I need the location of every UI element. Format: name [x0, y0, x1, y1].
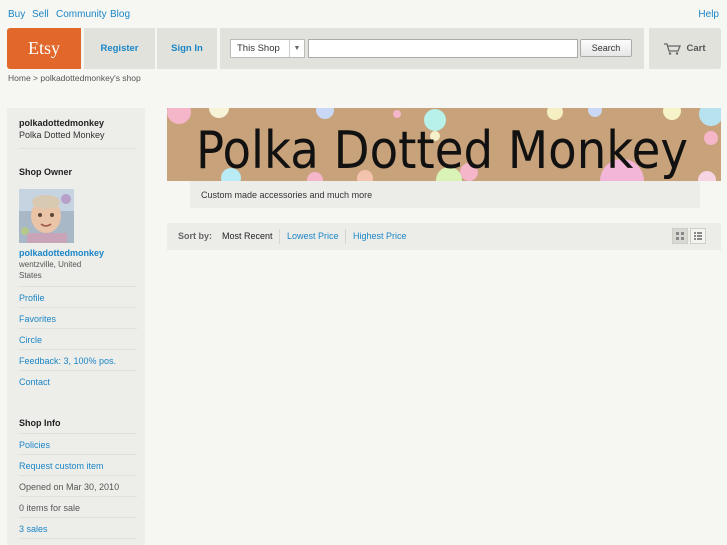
search-bar: This Shop ▼ Search: [220, 28, 644, 69]
owner-location-country: States: [19, 271, 42, 280]
divider: [19, 286, 137, 287]
shop-info-heading: Shop Info: [19, 418, 61, 428]
owner-avatar[interactable]: [19, 189, 74, 243]
list-view-button[interactable]: [690, 228, 706, 244]
divider: [279, 229, 280, 244]
breadcrumb: Home > polkadottedmonkey's shop: [8, 73, 141, 83]
nav-blog-link[interactable]: Blog: [110, 9, 130, 20]
sort-most-recent[interactable]: Most Recent: [222, 231, 273, 241]
divider: [19, 475, 137, 476]
sort-bar: Sort by: Most Recent Lowest Price Highes…: [167, 223, 721, 250]
divider: [19, 349, 137, 350]
divider: [345, 229, 346, 244]
shop-banner: Polka Dotted Monkey: [167, 108, 721, 181]
list-view-icon: [694, 232, 702, 240]
divider: [19, 517, 137, 518]
grid-view-icon: [676, 232, 684, 240]
divider: [19, 496, 137, 497]
owner-location: wentzville, United: [19, 260, 82, 269]
search-scope-label: This Shop: [237, 43, 280, 54]
shop-title: Polka Dotted Monkey: [19, 130, 105, 140]
nav-community-link[interactable]: Community: [56, 9, 107, 20]
divider: [19, 538, 137, 539]
sort-label: Sort by:: [178, 231, 213, 241]
owner-name-link[interactable]: polkadottedmonkey: [19, 248, 137, 258]
banner-graphic: Polka Dotted Monkey: [167, 108, 721, 181]
shop-announcement: Custom made accessories and much more: [190, 181, 700, 208]
nav-buy-link[interactable]: Buy: [8, 9, 25, 20]
feedback-link[interactable]: Feedback: 3, 100% pos.: [19, 356, 137, 366]
request-custom-item-link[interactable]: Request custom item: [19, 461, 137, 471]
site-header: Etsy Register Sign In This Shop ▼ Search…: [7, 28, 721, 69]
shop-opened-date: Opened on Mar 30, 2010: [19, 482, 120, 492]
divider: [19, 148, 137, 149]
search-scope-select[interactable]: This Shop ▼: [230, 39, 305, 58]
shop-sidebar: polkadottedmonkey Polka Dotted Monkey Sh…: [7, 108, 145, 545]
cart-label: Cart: [686, 43, 706, 54]
sort-lowest-price[interactable]: Lowest Price: [287, 231, 339, 241]
divider: [19, 307, 137, 308]
search-button[interactable]: Search: [580, 39, 632, 57]
divider: [19, 454, 137, 455]
banner-title: Polka Dotted Monkey: [196, 121, 688, 181]
search-input[interactable]: [308, 39, 578, 58]
items-for-sale-count: 0 items for sale: [19, 503, 81, 513]
shop-owner-heading: Shop Owner: [19, 167, 73, 177]
profile-link[interactable]: Profile: [19, 293, 137, 303]
cart-button[interactable]: Cart: [649, 28, 721, 69]
nav-sell-link[interactable]: Sell: [32, 9, 49, 20]
favorites-link[interactable]: Favorites: [19, 314, 137, 324]
chevron-down-icon[interactable]: ▼: [289, 40, 304, 57]
etsy-logo[interactable]: Etsy: [7, 28, 81, 69]
contact-link[interactable]: Contact: [19, 377, 137, 387]
divider: [19, 433, 137, 434]
top-nav: Buy Sell Community Blog Help: [0, 0, 727, 28]
cart-icon: [664, 42, 682, 55]
sign-in-button[interactable]: Sign In: [157, 28, 217, 69]
nav-help-link[interactable]: Help: [698, 9, 719, 20]
sort-highest-price[interactable]: Highest Price: [353, 231, 407, 241]
divider: [19, 328, 137, 329]
divider: [19, 370, 137, 371]
policies-link[interactable]: Policies: [19, 440, 137, 450]
shop-username: polkadottedmonkey: [19, 118, 105, 128]
register-button[interactable]: Register: [84, 28, 155, 69]
grid-view-button[interactable]: [672, 228, 688, 244]
circle-link[interactable]: Circle: [19, 335, 137, 345]
sales-count-link[interactable]: 3 sales: [19, 524, 137, 534]
